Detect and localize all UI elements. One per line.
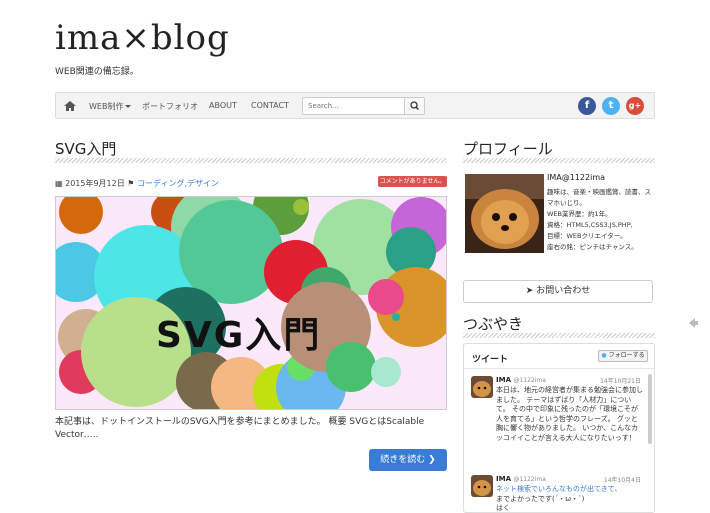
follow-label: フォローする [608, 352, 645, 359]
dog-photo [465, 174, 544, 253]
post-thumbnail[interactable]: SVG入門 [55, 196, 447, 410]
tweet-item[interactable]: IMA @1122ima 14年10月21日 本日は、地元の経営者が集まる勉強会… [471, 376, 649, 458]
profile-bio: 趣味は、音楽・映画鑑賞、読書、スマホいじり。 WEB業界歴：約1年。 資格：HT… [547, 187, 655, 253]
back-arrow-icon[interactable] [686, 316, 700, 330]
circles-artwork [56, 197, 446, 409]
post-meta: ▦ 2015年9月12日 ⚑ コーディング,デザイン [55, 178, 219, 189]
timeline-scrollbar[interactable] [648, 374, 652, 444]
tweet-author[interactable]: IMA @1122ima [496, 475, 546, 483]
divider [463, 333, 655, 338]
nav-item-web[interactable]: WEB制作 [89, 101, 132, 112]
post-excerpt: 本記事は、ドットインストールのSVG入門を参考にまとめました。 概要 SVGとは… [55, 417, 425, 440]
post-categories[interactable]: コーディング,デザイン [137, 179, 219, 188]
tweet-author-name: IMA [496, 475, 511, 483]
profile-line: 座右の銘：ピンチはチャンス。 [547, 243, 638, 251]
read-more-label: 続きを読む [380, 455, 426, 465]
tweet-date[interactable]: 14年10月21日 [600, 376, 641, 385]
tweet-author[interactable]: IMA @1122ima [496, 376, 546, 384]
avatar[interactable] [471, 376, 493, 398]
comment-badge[interactable]: コメントがありません。 [378, 176, 447, 187]
profile-photo [465, 174, 544, 253]
main-navbar: WEB制作 ポートフォリオ ABOUT CONTACT [55, 92, 655, 119]
tweet-date[interactable]: 14年10月4日 [604, 475, 641, 484]
divider [464, 368, 654, 369]
search-icon [410, 101, 419, 110]
tweet-handle: @1122ima [513, 377, 546, 384]
tweet-text-line: はく [496, 504, 510, 512]
post-title[interactable]: SVG入門 [55, 138, 116, 159]
divider [55, 158, 447, 163]
tweet-author-name: IMA [496, 376, 511, 384]
profile-line: 資格：HTML5,CSS3,JS,PHP, [547, 221, 633, 229]
site-tagline: WEB関連の備忘録。 [55, 67, 139, 77]
calendar-icon: ▦ [55, 179, 63, 188]
facebook-icon[interactable]: f [578, 97, 596, 115]
tweet-text: 本日は、地元の経営者が集まる勉強会に参加しました。 テーマはずばり「人材力」につ… [496, 386, 643, 442]
avatar[interactable] [471, 475, 493, 497]
paper-plane-icon: ➤ [525, 286, 534, 296]
search-box [302, 97, 425, 115]
nav-item-contact[interactable]: CONTACT [251, 101, 289, 110]
twitter-bird-icon: ● [601, 352, 607, 359]
profile-line: WEB業界歴：約1年。 [547, 210, 612, 218]
timeline-header: ツイート [472, 355, 509, 365]
follow-button[interactable]: ● フォローする [598, 350, 648, 362]
tweet-text-line: までよかったです(´・ω・`) [496, 494, 585, 503]
chevron-down-icon [125, 105, 132, 108]
nav-item-portfolio[interactable]: ポートフォリオ [142, 101, 198, 112]
twitter-timeline: ツイート ● フォローする IMA @1122ima 14年10月21日 本日は… [463, 343, 655, 513]
profile-line: 目標：WEBクリエイター。 [547, 232, 627, 240]
tweet-link[interactable]: ネット検索でいろんなものが出てきて、 [496, 485, 621, 493]
tweet-text: ネット検索でいろんなものが出てきて、 までよかったです(´・ω・`) はく [496, 485, 644, 512]
nav-item-label: WEB制作 [89, 102, 124, 111]
tag-icon: ⚑ [127, 179, 135, 188]
site-title[interactable]: ima×blog [55, 18, 230, 58]
profile-heading: プロフィール [463, 140, 553, 158]
profile-line: 趣味は、音楽・映画鑑賞、読書、スマホいじり。 [547, 188, 651, 207]
divider [463, 158, 655, 163]
twitter-icon[interactable]: t [602, 97, 620, 115]
home-icon[interactable] [63, 99, 77, 113]
nav-item-about[interactable]: ABOUT [209, 101, 237, 110]
profile-name: IMA@1122ima [547, 173, 606, 182]
search-input[interactable] [303, 98, 405, 114]
post-date: 2015年9月12日 [65, 179, 125, 188]
google-plus-icon[interactable]: g+ [626, 97, 644, 115]
thumbnail-title: SVG入門 [156, 315, 322, 356]
search-button[interactable] [404, 98, 424, 114]
read-more-button[interactable]: 続きを読む ❯ [369, 449, 447, 471]
contact-button[interactable]: ➤ お問い合わせ [463, 280, 653, 303]
tweet-handle: @1122ima [513, 476, 546, 483]
contact-label: お問い合わせ [536, 286, 591, 296]
chevron-right-icon: ❯ [428, 455, 436, 465]
tweets-heading: つぶやき [463, 315, 524, 333]
tweet-item[interactable]: IMA @1122ima 14年10月4日 ネット検索でいろんなものが出てきて、… [471, 475, 649, 512]
